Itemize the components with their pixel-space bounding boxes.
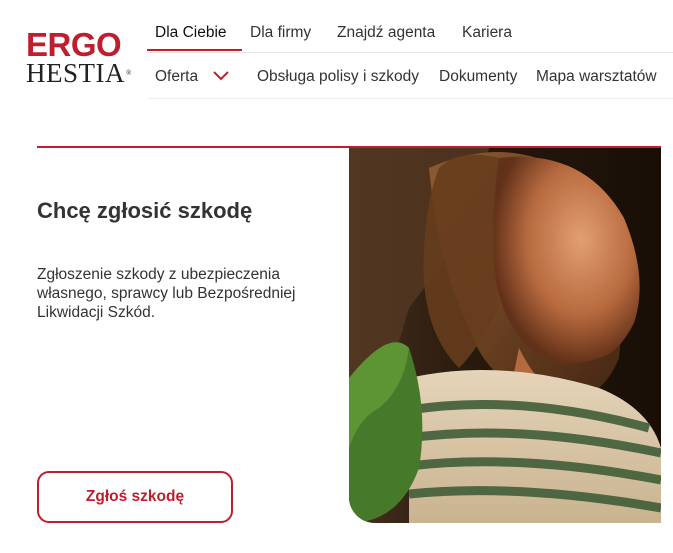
- subnav-obsluga-polisy[interactable]: Obsługa polisy i szkody: [257, 68, 419, 86]
- active-tab-indicator: [147, 49, 242, 51]
- report-claim-button[interactable]: Zgłoś szkodę: [37, 471, 233, 523]
- nav-dla-ciebie[interactable]: Dla Ciebie: [155, 24, 227, 42]
- hero-description: Zgłoszenie szkody z ubezpieczenia własne…: [37, 266, 296, 321]
- logo-ergo-text: ERGO: [26, 26, 122, 63]
- woman-portrait-image: [349, 148, 661, 523]
- subnav-mapa-warsztatow[interactable]: Mapa warsztatów: [536, 68, 657, 86]
- subnav-dokumenty[interactable]: Dokumenty: [439, 68, 517, 86]
- subnav-oferta[interactable]: Oferta: [155, 68, 198, 86]
- top-navigation: Dla Ciebie Dla firmy Znajdź agenta Karie…: [147, 14, 673, 53]
- chevron-down-icon[interactable]: [213, 71, 229, 81]
- nav-kariera[interactable]: Kariera: [462, 24, 512, 42]
- hero-image: [349, 148, 661, 523]
- nav-znajdz-agenta[interactable]: Znajdź agenta: [337, 24, 435, 42]
- sub-navigation: Oferta Obsługa polisy i szkody Dokumenty…: [147, 54, 673, 99]
- hero-title: Chcę zgłosić szkodę: [37, 198, 253, 223]
- ergo-hestia-logo[interactable]: ERGO HESTIA®: [26, 26, 132, 88]
- logo-hestia-text: HESTIA®: [26, 58, 132, 88]
- nav-dla-firmy[interactable]: Dla firmy: [250, 24, 311, 42]
